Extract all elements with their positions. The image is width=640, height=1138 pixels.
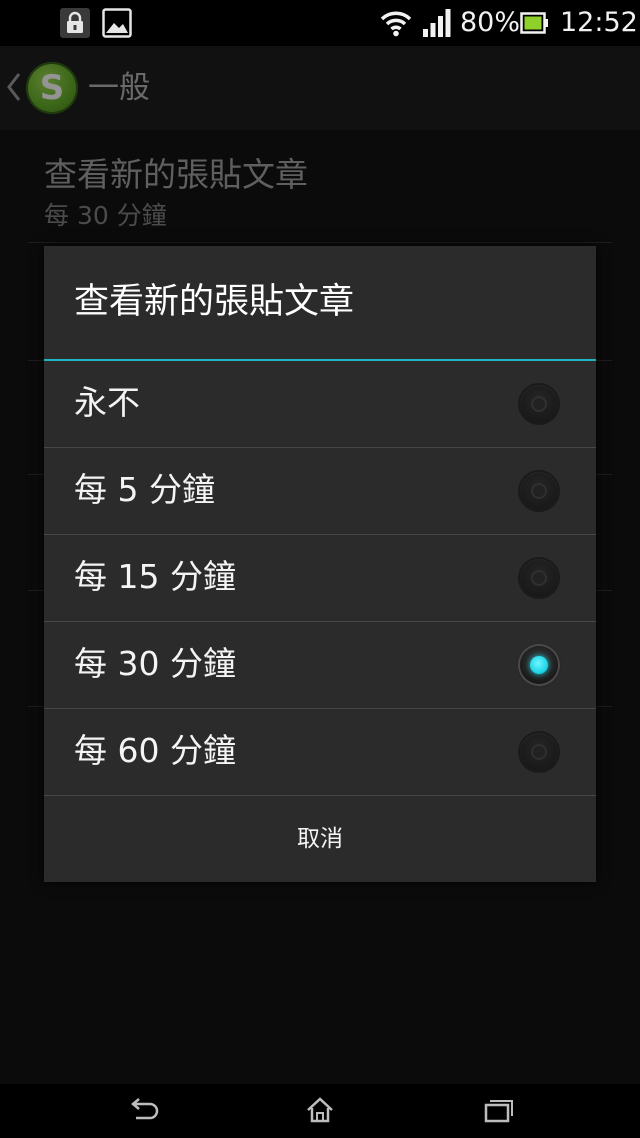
radio-button-checked[interactable]	[520, 646, 558, 684]
app-logo-letter: S	[39, 68, 65, 108]
cancel-button[interactable]: 取消	[44, 796, 596, 882]
option-every-30-min[interactable]: 每 30 分鐘	[44, 622, 596, 708]
radio-button[interactable]	[520, 472, 558, 510]
page-title: 一般	[88, 70, 150, 106]
radio-button[interactable]	[520, 385, 558, 423]
back-arrow-icon[interactable]	[120, 1094, 168, 1128]
recent-apps-icon[interactable]	[474, 1094, 522, 1128]
signal-icon	[422, 9, 452, 41]
action-bar: S 一般	[0, 46, 640, 130]
refresh-interval-dialog: 查看新的張貼文章 永不 每 5 分鐘 每 15 分鐘 每 30 分鐘 每 60 …	[44, 246, 596, 882]
option-every-60-min[interactable]: 每 60 分鐘	[44, 709, 596, 795]
navigation-bar	[0, 1084, 640, 1138]
dialog-title: 查看新的張貼文章	[74, 282, 355, 322]
radio-dot	[531, 483, 547, 499]
screen: 80% 12:52 S 一般 查看新的張貼文章 每 30 分鐘 查看新的張貼文章…	[0, 0, 640, 1138]
pref-summary: 每 30 分鐘	[44, 201, 167, 230]
radio-button[interactable]	[520, 559, 558, 597]
option-label: 每 5 分鐘	[74, 470, 215, 509]
pref-title: 查看新的張貼文章	[44, 155, 308, 194]
option-label: 永不	[74, 383, 140, 422]
home-icon[interactable]	[296, 1094, 344, 1128]
lock-icon	[60, 8, 90, 42]
pref-item-check-posts[interactable]: 查看新的張貼文章 每 30 分鐘	[0, 130, 640, 242]
status-bar: 80% 12:52	[0, 0, 640, 46]
option-label: 每 60 分鐘	[74, 731, 236, 770]
clock: 12:52	[560, 7, 638, 38]
image-icon	[102, 8, 132, 42]
divider	[28, 242, 612, 243]
radio-dot	[530, 656, 548, 674]
radio-dot	[531, 570, 547, 586]
option-every-15-min[interactable]: 每 15 分鐘	[44, 535, 596, 621]
radio-button[interactable]	[520, 733, 558, 771]
option-every-5-min[interactable]: 每 5 分鐘	[44, 448, 596, 534]
battery-icon	[520, 12, 548, 38]
radio-dot	[531, 396, 547, 412]
wifi-icon	[380, 9, 412, 41]
radio-dot	[531, 744, 547, 760]
app-logo[interactable]: S	[26, 62, 78, 114]
chevron-left-icon[interactable]	[6, 72, 22, 106]
option-label: 每 30 分鐘	[74, 644, 236, 683]
option-label: 每 15 分鐘	[74, 557, 236, 596]
battery-percent: 80%	[460, 7, 521, 38]
option-never[interactable]: 永不	[44, 361, 596, 447]
